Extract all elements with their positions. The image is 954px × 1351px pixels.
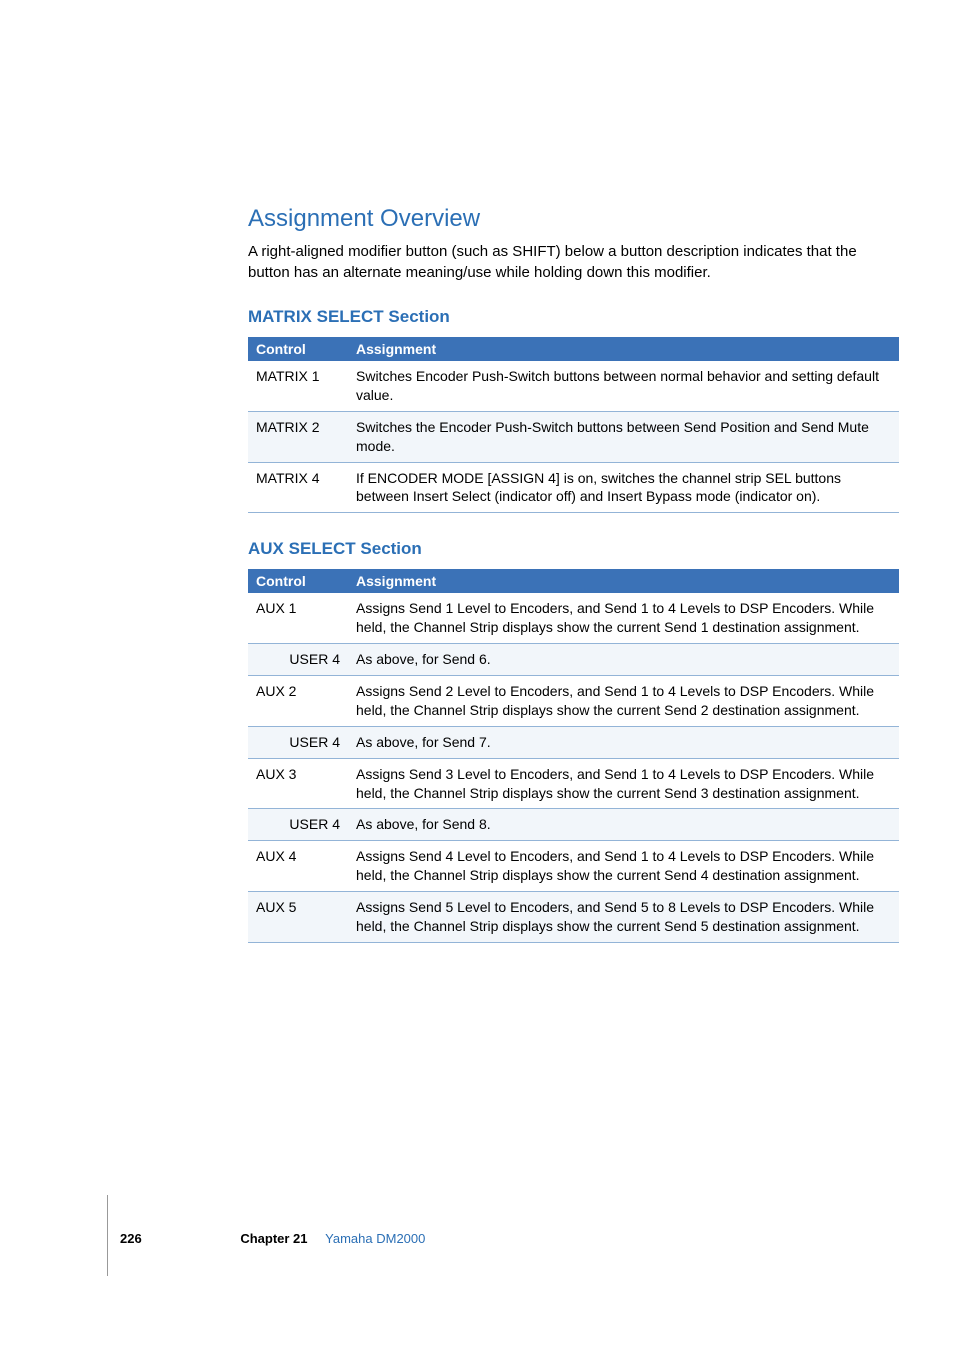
section-title-matrix: MATRIX SELECT Section: [248, 307, 899, 327]
cell-assignment: As above, for Send 6.: [348, 644, 899, 676]
section-title-aux: AUX SELECT Section: [248, 539, 899, 559]
cell-assignment: Assigns Send 5 Level to Encoders, and Se…: [348, 892, 899, 943]
cell-control: AUX 5: [248, 892, 348, 943]
cell-modifier: USER 4: [248, 726, 348, 758]
cell-control: MATRIX 1: [248, 361, 348, 411]
cell-assignment: Assigns Send 1 Level to Encoders, and Se…: [348, 593, 899, 643]
cell-assignment: As above, for Send 7.: [348, 726, 899, 758]
table-header-assignment: Assignment: [348, 569, 899, 593]
cell-modifier: USER 4: [248, 644, 348, 676]
table-row: AUX 5 Assigns Send 5 Level to Encoders, …: [248, 892, 899, 943]
table-header-assignment: Assignment: [348, 337, 899, 361]
table-row: USER 4 As above, for Send 8.: [248, 809, 899, 841]
page-heading: Assignment Overview: [248, 205, 899, 233]
matrix-select-table: Control Assignment MATRIX 1 Switches Enc…: [248, 337, 899, 513]
cell-control: AUX 4: [248, 841, 348, 892]
chapter-name: Yamaha DM2000: [325, 1231, 425, 1246]
table-row: USER 4 As above, for Send 7.: [248, 726, 899, 758]
cell-assignment: Assigns Send 4 Level to Encoders, and Se…: [348, 841, 899, 892]
cell-assignment: Assigns Send 3 Level to Encoders, and Se…: [348, 758, 899, 809]
cell-assignment: Switches Encoder Push-Switch buttons bet…: [348, 361, 899, 411]
chapter-label: Chapter 21: [240, 1231, 307, 1246]
page-footer: 226 Chapter 21 Yamaha DM2000: [120, 1231, 425, 1246]
cell-assignment: As above, for Send 8.: [348, 809, 899, 841]
cell-control: MATRIX 4: [248, 462, 348, 513]
cell-modifier: USER 4: [248, 809, 348, 841]
table-row: MATRIX 2 Switches the Encoder Push-Switc…: [248, 411, 899, 462]
intro-paragraph: A right-aligned modifier button (such as…: [248, 241, 899, 283]
cell-assignment: If ENCODER MODE [ASSIGN 4] is on, switch…: [348, 462, 899, 513]
table-header-control: Control: [248, 337, 348, 361]
cell-control: AUX 2: [248, 676, 348, 727]
table-row: AUX 3 Assigns Send 3 Level to Encoders, …: [248, 758, 899, 809]
table-header-control: Control: [248, 569, 348, 593]
table-row: AUX 2 Assigns Send 2 Level to Encoders, …: [248, 676, 899, 727]
table-row: MATRIX 4 If ENCODER MODE [ASSIGN 4] is o…: [248, 462, 899, 513]
table-row: MATRIX 1 Switches Encoder Push-Switch bu…: [248, 361, 899, 411]
side-rule: [107, 1195, 108, 1276]
table-row: USER 4 As above, for Send 6.: [248, 644, 899, 676]
cell-assignment: Assigns Send 2 Level to Encoders, and Se…: [348, 676, 899, 727]
table-row: AUX 1 Assigns Send 1 Level to Encoders, …: [248, 593, 899, 643]
cell-control: AUX 3: [248, 758, 348, 809]
aux-select-table: Control Assignment AUX 1 Assigns Send 1 …: [248, 569, 899, 943]
page-number: 226: [120, 1231, 142, 1246]
cell-control: MATRIX 2: [248, 411, 348, 462]
cell-assignment: Switches the Encoder Push-Switch buttons…: [348, 411, 899, 462]
cell-control: AUX 1: [248, 593, 348, 643]
table-row: AUX 4 Assigns Send 4 Level to Encoders, …: [248, 841, 899, 892]
